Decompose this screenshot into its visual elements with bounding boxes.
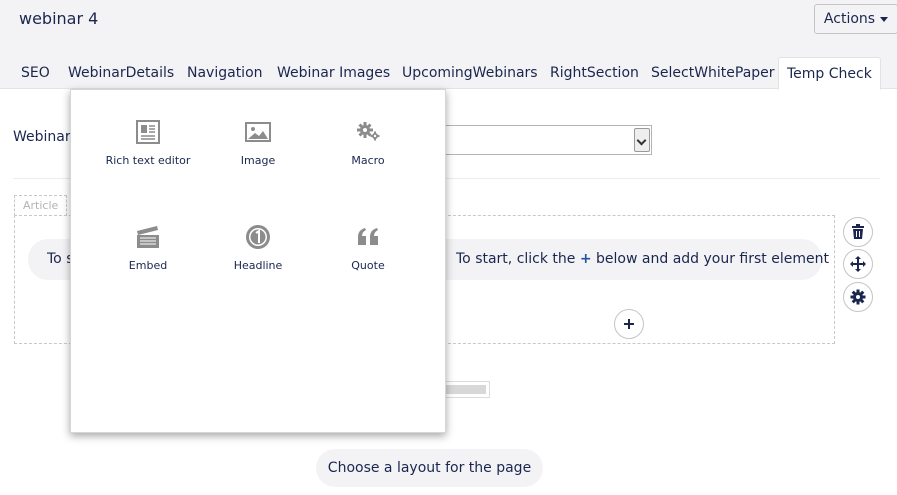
picker-item-headline[interactable]: Headline: [203, 222, 313, 292]
move-button[interactable]: [843, 249, 873, 279]
tab-webinar-images[interactable]: Webinar Images: [269, 57, 398, 89]
loading-indicator: [440, 381, 490, 398]
quote-icon: [358, 228, 378, 245]
add-element-button[interactable]: [614, 309, 644, 339]
tab-seo[interactable]: SEO: [13, 57, 58, 89]
move-icon: [850, 256, 866, 272]
tab-webinar-details[interactable]: WebinarDetails: [60, 57, 182, 89]
tab-right-section[interactable]: RightSection: [542, 57, 647, 89]
hint-plus-icon: +: [579, 251, 592, 267]
rich-text-editor-icon: [136, 120, 160, 144]
article-tag: Article: [14, 195, 68, 216]
picker-item-image[interactable]: Image: [203, 117, 313, 187]
image-icon: [245, 122, 271, 142]
actions-button[interactable]: Actions: [814, 4, 897, 34]
tab-navigation[interactable]: Navigation: [179, 57, 271, 89]
tab-select-white-paper[interactable]: SelectWhitePaper: [643, 57, 783, 89]
picker-item-rich-text-editor[interactable]: Rich text editor: [93, 117, 203, 187]
picker-item-label: Headline: [233, 259, 283, 272]
picker-item-label: Embed: [128, 259, 168, 272]
gear-icon: [850, 289, 866, 305]
page-title: webinar 4: [19, 9, 99, 28]
picker-item-label: Image: [240, 154, 276, 167]
trash-icon: [852, 224, 864, 239]
picker-item-label: Quote: [351, 259, 385, 272]
macro-icon: [357, 122, 380, 141]
webinar-select[interactable]: [430, 125, 652, 155]
picker-item-embed[interactable]: Embed: [93, 222, 203, 292]
chevron-down-icon[interactable]: [634, 128, 650, 152]
hint-text: To start, click the + below and add your…: [456, 251, 829, 267]
caret-down-icon: [880, 16, 889, 22]
embed-icon: [137, 226, 159, 248]
tab-temp-check[interactable]: Temp Check: [778, 57, 881, 90]
hint-text-after: below and add your first element: [596, 251, 829, 267]
tab-upcoming-webinars[interactable]: UpcomingWebinars: [394, 57, 546, 89]
headline-icon: [246, 225, 270, 249]
actions-label: Actions: [823, 11, 876, 27]
picker-item-label: Macro: [351, 154, 385, 167]
header-bar: webinar 4 Actions SEO WebinarDetails Nav…: [0, 0, 897, 90]
picker-item-quote[interactable]: Quote: [313, 222, 423, 292]
webinar-field-label: Webinar: [13, 129, 71, 145]
picker-item-macro[interactable]: Macro: [313, 117, 423, 187]
hint-text-before: To start, click the: [456, 251, 576, 267]
delete-button[interactable]: [843, 217, 873, 247]
choose-layout-button[interactable]: Choose a layout for the page: [316, 449, 543, 487]
picker-item-label: Rich text editor: [105, 154, 191, 167]
settings-button[interactable]: [843, 282, 873, 312]
element-picker-popup: Rich text editor Image Macro Embed Headl…: [70, 89, 446, 433]
plus-icon: [624, 319, 634, 329]
